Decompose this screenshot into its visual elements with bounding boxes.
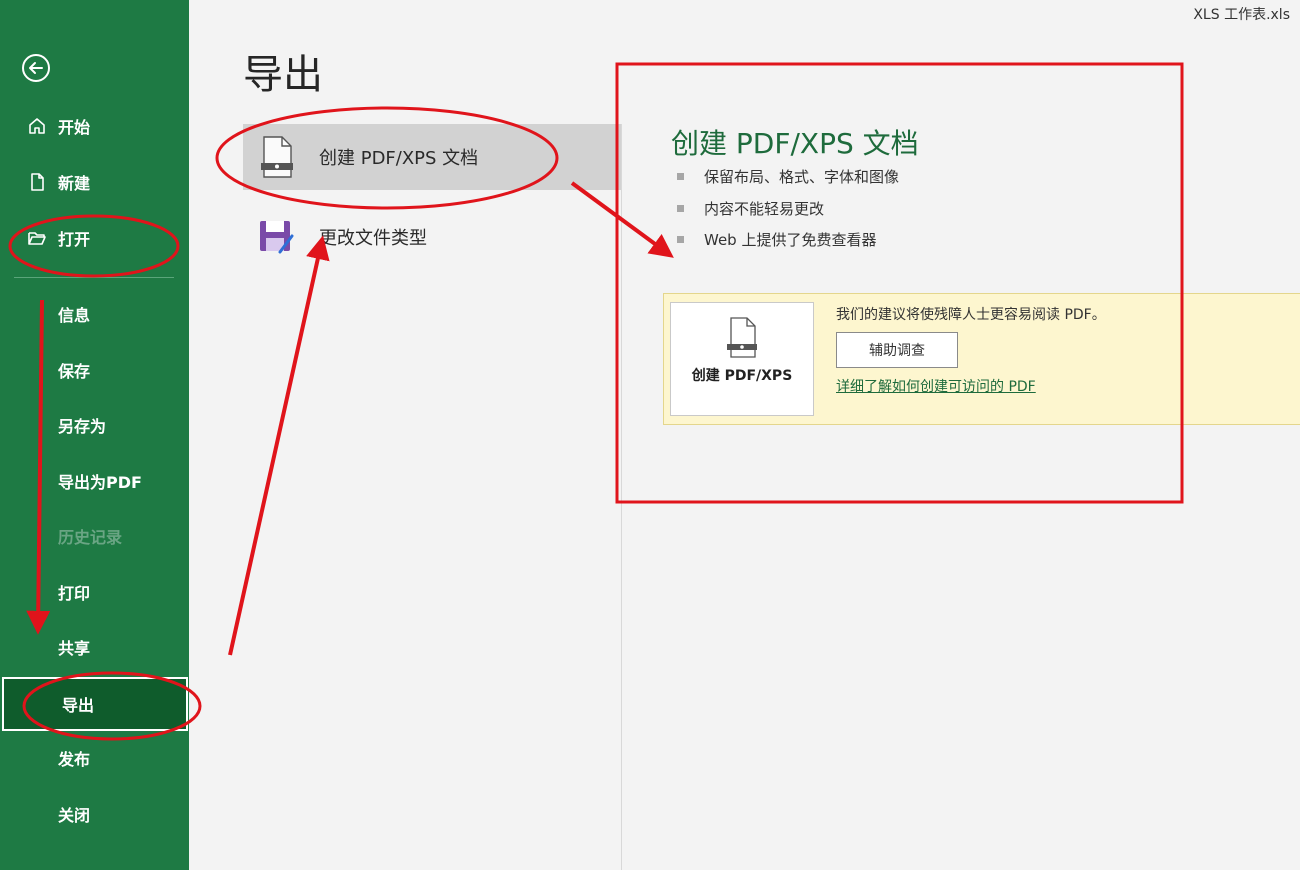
feature-bullet: Web 上提供了免费查看器 <box>677 229 876 250</box>
bullet-icon <box>677 173 684 180</box>
nav-item-label: 保存 <box>58 362 91 381</box>
bullet-icon <box>677 205 684 212</box>
pdf-document-icon <box>257 133 297 181</box>
nav-item-share[interactable]: 共享 <box>0 627 189 667</box>
nav-item-label: 另存为 <box>58 417 107 436</box>
bullet-text: Web 上提供了免费查看器 <box>704 231 877 249</box>
accessibility-banner: 创建 PDF/XPS 我们的建议将使残障人士更容易阅读 PDF。 辅助调查 详细… <box>663 293 1300 425</box>
nav-item-label: 导出 <box>62 696 95 715</box>
nav-item-save[interactable]: 保存 <box>0 350 189 390</box>
feature-bullet: 内容不能轻易更改 <box>677 198 824 219</box>
new-document-icon <box>26 171 48 193</box>
detail-title: 创建 PDF/XPS 文档 <box>671 127 919 160</box>
export-option-label: 创建 PDF/XPS 文档 <box>319 148 479 169</box>
nav-item-label: 共享 <box>58 639 91 658</box>
document-name: XLS 工作表.xls <box>1193 7 1290 23</box>
backstage-content: XLS 工作表.xls 导出 创建 PDF/XPS 文档 更改文件类型 创建 P… <box>189 0 1300 870</box>
nav-item-label: 导出为PDF <box>58 473 142 492</box>
nav-item-label: 关闭 <box>58 806 91 825</box>
export-option-label: 更改文件类型 <box>319 228 427 249</box>
bullet-icon <box>677 236 684 243</box>
save-as-file-type-icon <box>257 213 297 261</box>
backstage-sidebar: 开始 新建 打开 信息 保存 另存为 导出为PDF 历史记录 打印 共享 导出 … <box>0 0 189 870</box>
nav-item-label: 信息 <box>58 306 91 325</box>
nav-item-publish[interactable]: 发布 <box>0 738 189 778</box>
nav-item-open[interactable]: 打开 <box>0 218 189 258</box>
pdf-document-icon <box>725 317 759 359</box>
open-folder-icon <box>26 227 48 249</box>
nav-item-export-pdf[interactable]: 导出为PDF <box>0 461 189 501</box>
banner-message: 我们的建议将使残障人士更容易阅读 PDF。 <box>836 307 1106 323</box>
back-arrow-icon <box>22 54 50 82</box>
nav-item-home[interactable]: 开始 <box>0 106 189 146</box>
page-title: 导出 <box>243 52 323 98</box>
nav-item-export[interactable]: 导出 <box>2 677 188 731</box>
nav-item-history: 历史记录 <box>0 516 189 556</box>
accessible-pdf-link[interactable]: 详细了解如何创建可访问的 PDF <box>836 376 1036 396</box>
accessibility-check-button[interactable]: 辅助调查 <box>836 332 958 368</box>
back-button[interactable] <box>20 52 52 84</box>
sidebar-divider <box>14 277 174 278</box>
nav-item-save-as[interactable]: 另存为 <box>0 405 189 445</box>
export-option-change-file-type[interactable]: 更改文件类型 <box>243 204 623 270</box>
create-pdf-xps-label: 创建 PDF/XPS <box>691 368 793 384</box>
nav-item-label: 打印 <box>58 584 91 603</box>
nav-item-label: 历史记录 <box>58 528 123 547</box>
panel-divider <box>621 124 622 870</box>
nav-item-label: 开始 <box>58 118 91 137</box>
nav-item-new[interactable]: 新建 <box>0 162 189 202</box>
nav-item-close[interactable]: 关闭 <box>0 794 189 834</box>
export-option-create-pdf[interactable]: 创建 PDF/XPS 文档 <box>243 124 621 190</box>
nav-item-print[interactable]: 打印 <box>0 572 189 612</box>
nav-item-label: 发布 <box>58 750 91 769</box>
bullet-text: 内容不能轻易更改 <box>704 200 825 218</box>
nav-item-label: 新建 <box>58 174 91 193</box>
bullet-text: 保留布局、格式、字体和图像 <box>704 168 900 186</box>
nav-item-info[interactable]: 信息 <box>0 294 189 334</box>
home-icon <box>26 115 48 137</box>
create-pdf-xps-button[interactable]: 创建 PDF/XPS <box>670 302 814 416</box>
nav-item-label: 打开 <box>58 230 91 249</box>
feature-bullet: 保留布局、格式、字体和图像 <box>677 166 899 187</box>
